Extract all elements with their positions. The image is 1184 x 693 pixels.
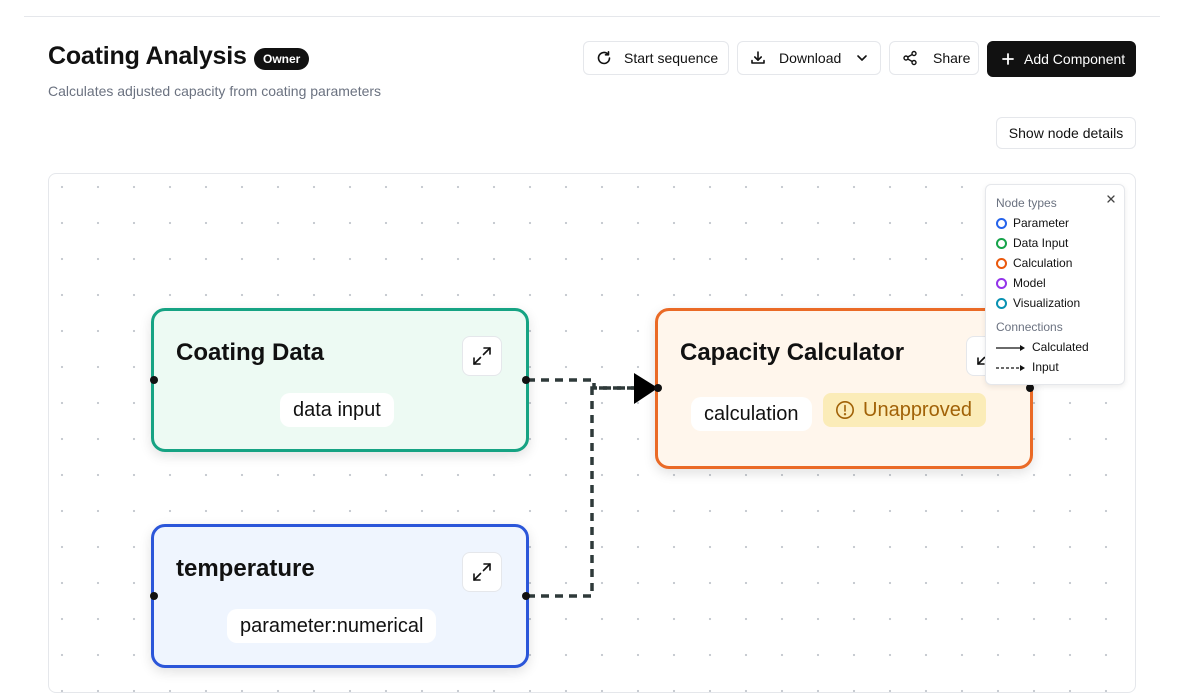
node-type-chip: data input	[280, 393, 394, 427]
model-ring-icon	[996, 277, 1007, 289]
node-type-chip: calculation	[691, 397, 812, 431]
unapproved-badge: Unapproved	[823, 393, 986, 427]
legend-item-visualization: Visualization	[996, 296, 1080, 310]
edge-temperature-to-capacity[interactable]	[527, 386, 636, 598]
legend-label: Data Input	[1013, 236, 1069, 250]
close-icon[interactable]	[1106, 193, 1116, 207]
coating-input-handle[interactable]	[150, 376, 158, 384]
temperature-input-handle[interactable]	[150, 592, 158, 600]
legend-item-calculation: Calculation	[996, 256, 1072, 270]
legend-label: Input	[1032, 360, 1059, 374]
parameter-ring-icon	[996, 217, 1007, 229]
node-temperature[interactable]: temperature parameter:numerical	[151, 524, 529, 668]
calculation-ring-icon	[996, 257, 1007, 269]
node-coating-data[interactable]: Coating Data data input	[151, 308, 529, 452]
legend-label: Calculated	[1032, 340, 1089, 354]
status-label: Unapproved	[863, 398, 972, 421]
legend-connections-heading: Connections	[996, 320, 1063, 334]
expand-icon[interactable]	[462, 552, 502, 592]
temperature-output-handle[interactable]	[522, 592, 530, 600]
legend-item-data-input: Data Input	[996, 236, 1068, 250]
expand-icon[interactable]	[462, 336, 502, 376]
node-title: temperature	[176, 555, 315, 582]
legend-item-calculated: Calculated	[996, 340, 1089, 354]
legend-item-parameter: Parameter	[996, 216, 1069, 230]
node-title: Coating Data	[176, 339, 325, 366]
legend-item-model: Model	[996, 276, 1046, 290]
legend-label: Parameter	[1013, 216, 1070, 230]
legend-label: Model	[1013, 276, 1046, 290]
dashed-arrow-icon	[996, 362, 1026, 372]
node-type-chip: parameter:numerical	[227, 609, 437, 643]
visualization-ring-icon	[996, 297, 1007, 309]
legend-node-types-heading: Node types	[996, 196, 1057, 210]
legend-item-input: Input	[996, 360, 1059, 374]
coating-output-handle[interactable]	[522, 376, 530, 384]
legend-panel: Node types Parameter Data Input Calculat…	[985, 184, 1125, 385]
node-title: Capacity Calculator	[680, 339, 905, 366]
warning-icon	[835, 400, 855, 420]
legend-label: Calculation	[1013, 256, 1073, 270]
legend-label: Visualization	[1013, 296, 1081, 310]
capacity-input-handle[interactable]	[654, 384, 662, 392]
data-input-ring-icon	[996, 237, 1007, 249]
capacity-output-handle[interactable]	[1026, 384, 1034, 392]
node-capacity-calculator[interactable]: Capacity Calculator calculation Unapprov…	[655, 308, 1033, 469]
solid-arrow-icon	[996, 342, 1026, 352]
